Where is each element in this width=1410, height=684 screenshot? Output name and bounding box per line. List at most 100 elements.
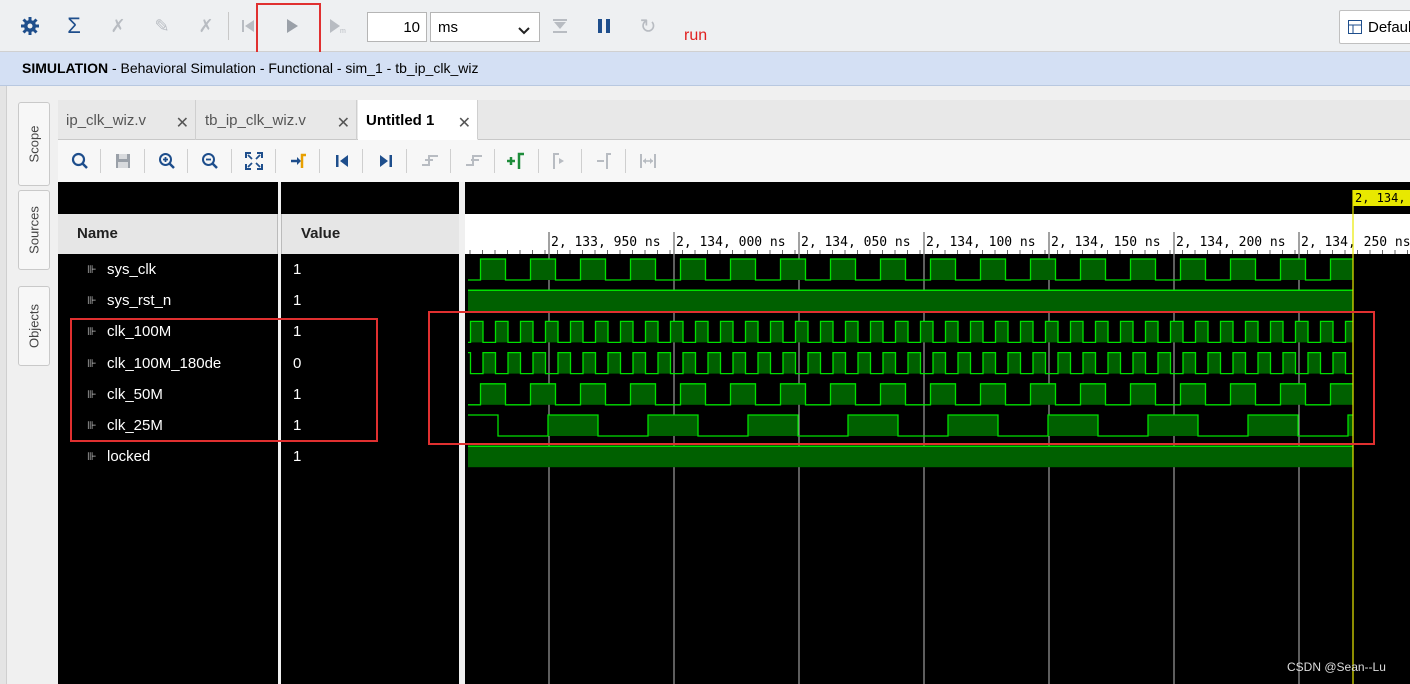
simulation-header-prefix: SIMULATION: [22, 60, 109, 76]
signal-icon: ⊪: [87, 264, 97, 276]
side-tab-sources[interactable]: Sources: [18, 190, 50, 270]
wave-high-fill: [830, 259, 856, 280]
simulation-header-title: - Behavioral Simulation - Functional - s…: [108, 60, 479, 76]
go-to-start-icon[interactable]: [330, 149, 354, 173]
wave-high-fill: [1280, 259, 1306, 280]
step-icon[interactable]: [548, 14, 572, 38]
previous-transition-icon[interactable]: [418, 149, 442, 173]
go-to-cursor-icon[interactable]: [286, 149, 310, 173]
run-time-input[interactable]: 10: [367, 12, 427, 42]
signal-row[interactable]: ⊪ sys_clk: [58, 254, 278, 285]
svg-text:m: m: [340, 28, 346, 34]
previous-marker-icon[interactable]: [548, 149, 572, 173]
wave-high-fill: [530, 259, 556, 280]
column-header-name[interactable]: Name: [58, 214, 278, 254]
wave-toolbar: [58, 140, 1410, 182]
tab-tb-ip-clk-wiz[interactable]: tb_ip_clk_wiz.v ✕: [197, 100, 357, 140]
time-label: 2, 134, 050 ns: [801, 235, 911, 250]
toolbar-separator: [100, 149, 101, 173]
run-for-icon[interactable]: m: [326, 14, 350, 38]
waves-highlight-box: [428, 311, 1375, 445]
signal-name: sys_clk: [107, 261, 157, 278]
tab-untitled-1[interactable]: Untitled 1 ✕: [358, 100, 478, 140]
signal-icon: ⊪: [87, 295, 97, 308]
toolbar-separator: [581, 149, 582, 173]
tab-label: tb_ip_clk_wiz.v: [205, 112, 306, 129]
toolbar-separator: [144, 149, 145, 173]
relaunch-icon[interactable]: ✗: [106, 14, 130, 38]
toolbar-separator: [319, 149, 320, 173]
wave-high-fill: [1130, 259, 1156, 280]
time-label: 2, 134, 000 ns: [676, 235, 786, 250]
layout-button[interactable]: Default Layout: [1339, 10, 1410, 44]
wave-high-fill: [680, 259, 706, 280]
close-icon[interactable]: ✕: [176, 113, 189, 133]
toolbar-separator: [275, 149, 276, 173]
wave-high-fill: [480, 259, 506, 280]
wave-high-fill: [580, 259, 606, 280]
swap-cursors-icon[interactable]: [636, 149, 660, 173]
side-tab-scope-label: Scope: [26, 125, 42, 163]
signal-value: 1: [293, 261, 302, 278]
signal-icon: ⊪: [87, 451, 97, 464]
toolbar-separator: [231, 149, 232, 173]
side-tab-sources-label: Sources: [26, 206, 42, 254]
close-icon[interactable]: ✕: [337, 113, 350, 133]
column-header-value[interactable]: Value: [281, 214, 459, 254]
wave-high-fill: [1080, 259, 1106, 280]
side-tab-objects-label: Objects: [26, 303, 42, 349]
toolbar-separator: [362, 149, 363, 173]
wave-high-fill: [1330, 259, 1353, 280]
wave-high-fill: [980, 259, 1006, 280]
tab-label: Untitled 1: [366, 112, 435, 129]
wave-high-fill: [880, 259, 906, 280]
chevron-down-icon: [518, 22, 530, 39]
refresh-icon[interactable]: ↻: [636, 14, 660, 38]
main-toolbar: Σ ✗ ✎ ✗ m 10 ms ↻ run Default Layout: [0, 0, 1410, 61]
close-simulation-icon[interactable]: ✗: [194, 14, 218, 38]
settings-gear-icon[interactable]: [18, 14, 42, 38]
zoom-out-icon[interactable]: [198, 149, 222, 173]
zoom-in-icon[interactable]: [155, 149, 179, 173]
wave-high-fill: [468, 446, 1353, 468]
side-tab-scope[interactable]: Scope: [18, 102, 50, 186]
pencil-icon[interactable]: ✎: [150, 14, 174, 38]
wave-high-fill: [930, 259, 956, 280]
wave-high-fill: [468, 290, 1353, 312]
editor-tabs: ip_clk_wiz.v ✕ tb_ip_clk_wiz.v ✕ Untitle…: [58, 100, 1410, 140]
go-to-end-icon[interactable]: [374, 149, 398, 173]
left-edge-bar: [0, 86, 7, 684]
zoom-fit-icon[interactable]: [242, 149, 266, 173]
signal-row[interactable]: ⊪ locked: [58, 441, 278, 472]
layout-label: Default Layout: [1368, 19, 1410, 36]
watermark: CSDN @Sean--Lu: [1287, 660, 1386, 674]
wave-high-fill: [1180, 259, 1206, 280]
tab-ip-clk-wiz[interactable]: ip_clk_wiz.v ✕: [58, 100, 196, 140]
signals-highlight-box: [70, 318, 378, 442]
tab-label: ip_clk_wiz.v: [66, 112, 147, 129]
time-label: 2, 134, 100 ns: [926, 235, 1036, 250]
toolbar-separator: [494, 149, 495, 173]
add-marker-icon[interactable]: [504, 149, 528, 173]
signal-row[interactable]: ⊪ sys_rst_n: [58, 285, 278, 316]
pause-icon[interactable]: [592, 14, 616, 38]
signal-value: 1: [293, 448, 302, 466]
sigma-icon[interactable]: Σ: [62, 13, 86, 38]
toolbar-separator: [625, 149, 626, 173]
close-icon[interactable]: ✕: [458, 113, 471, 133]
save-icon[interactable]: [111, 149, 135, 173]
side-tab-objects[interactable]: Objects: [18, 286, 50, 366]
next-marker-icon[interactable]: [592, 149, 616, 173]
wave-high-fill: [780, 259, 806, 280]
next-transition-icon[interactable]: [462, 149, 486, 173]
toolbar-separator: [228, 12, 229, 40]
cursor-label: 2, 134, 2: [1355, 191, 1410, 205]
run-time-unit-select[interactable]: ms: [430, 12, 540, 42]
run-time-unit-label: ms: [438, 19, 458, 36]
time-label: 2, 134, 200 ns: [1176, 235, 1286, 250]
time-label: 2, 134, 150 ns: [1051, 235, 1161, 250]
search-icon[interactable]: [68, 149, 92, 173]
wave-high-fill: [630, 259, 656, 280]
toolbar-separator: [450, 149, 451, 173]
toolbar-separator: [187, 149, 188, 173]
